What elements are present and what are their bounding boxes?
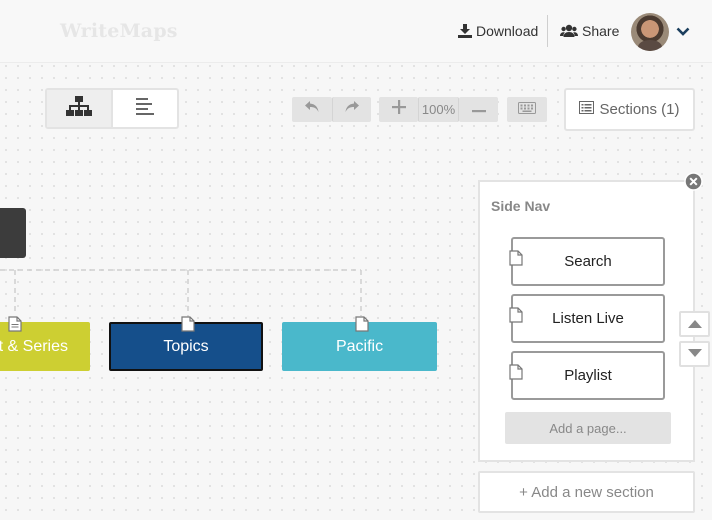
download-label: Download xyxy=(476,23,539,39)
caret-up-icon xyxy=(687,315,702,333)
undo-icon xyxy=(304,100,320,119)
node-label: Pacific xyxy=(335,337,384,355)
sitemap-view-button[interactable] xyxy=(47,90,113,127)
share-label: Share xyxy=(582,23,620,39)
side-nav-item-label: Search xyxy=(564,253,612,270)
side-nav-item-listen-live[interactable]: Listen Live xyxy=(509,294,665,343)
download-icon xyxy=(458,24,472,38)
redo-icon xyxy=(344,100,360,119)
page-icon xyxy=(355,316,369,337)
app-header: WriteMaps Download Share xyxy=(0,0,712,63)
undo-button[interactable] xyxy=(292,97,332,122)
zoom-in-button[interactable] xyxy=(379,97,418,122)
sections-label: Sections (1) xyxy=(599,101,680,118)
add-page-label: Add a page... xyxy=(549,420,627,436)
plus-icon xyxy=(391,100,406,119)
sections-button[interactable]: Sections (1) xyxy=(564,88,695,131)
node-label: st & Series xyxy=(0,337,68,355)
side-nav-item-label: Playlist xyxy=(564,367,612,384)
download-button[interactable]: Download xyxy=(458,20,538,42)
parent-node[interactable] xyxy=(0,208,26,258)
side-nav-item-playlist[interactable]: Playlist xyxy=(509,351,665,400)
page-icon xyxy=(8,316,22,337)
side-nav-item-label: Listen Live xyxy=(552,310,624,327)
zoom-label: 100% xyxy=(421,102,456,117)
side-nav-panel: Side Nav Search Listen Live Playlist Add… xyxy=(478,180,695,462)
keyboard-shortcuts-button[interactable] xyxy=(507,97,547,122)
caret-down-icon xyxy=(687,345,702,363)
node-connectors xyxy=(0,269,362,320)
users-icon xyxy=(560,24,578,38)
add-section-button[interactable]: + Add a new section xyxy=(478,471,695,513)
move-down-button[interactable] xyxy=(679,341,710,367)
header-divider xyxy=(547,15,548,47)
node-label: Topics xyxy=(163,337,209,355)
move-up-button[interactable] xyxy=(679,311,710,337)
chevron-down-icon[interactable] xyxy=(676,24,690,42)
list-icon xyxy=(136,97,154,120)
page-icon xyxy=(509,364,523,380)
page-icon xyxy=(509,250,523,266)
page-icon xyxy=(181,316,195,337)
add-section-label: + Add a new section xyxy=(519,483,654,501)
side-nav-item-search[interactable]: Search xyxy=(509,237,665,286)
view-toggle xyxy=(45,88,179,129)
keyboard-icon xyxy=(518,101,536,119)
share-button[interactable]: Share xyxy=(560,20,619,42)
avatar[interactable] xyxy=(631,13,669,51)
page-icon xyxy=(509,307,523,323)
zoom-out-button[interactable] xyxy=(459,97,498,122)
side-nav-title: Side Nav xyxy=(491,198,551,214)
minus-icon xyxy=(471,101,486,119)
app-logo: WriteMaps xyxy=(60,20,178,42)
list-box-icon xyxy=(579,101,595,118)
add-page-button[interactable]: Add a page... xyxy=(505,412,671,444)
list-view-button[interactable] xyxy=(113,90,177,127)
redo-button[interactable] xyxy=(332,97,371,122)
zoom-level: 100% xyxy=(418,97,459,122)
close-icon[interactable] xyxy=(684,172,703,191)
sitemap-icon xyxy=(66,96,92,121)
